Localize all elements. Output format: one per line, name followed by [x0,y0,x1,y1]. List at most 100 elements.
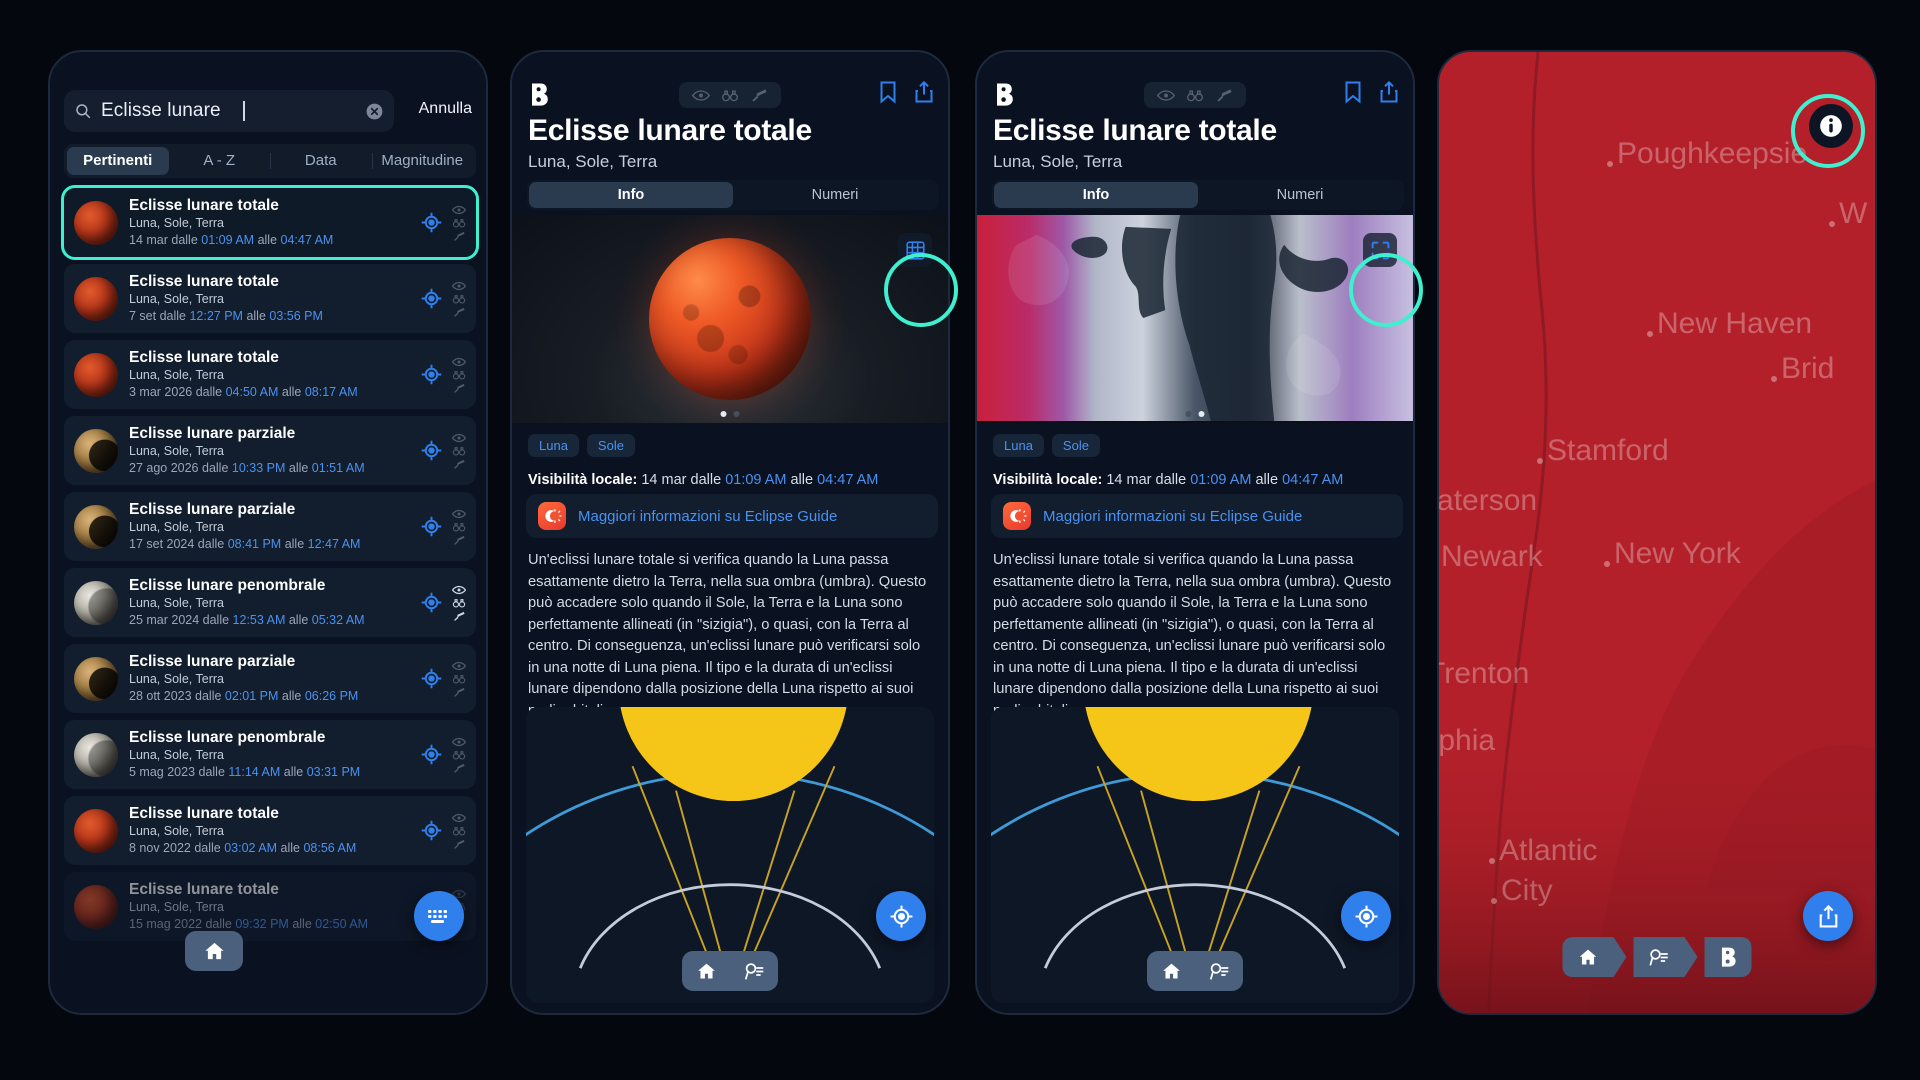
locate-fab[interactable] [876,891,926,941]
clear-icon[interactable] [365,102,384,121]
visibility-label: Visibilità locale: [993,472,1103,488]
app-logo-icon[interactable] [528,82,550,108]
detail-tabs: Info Numeri [527,180,939,210]
eclipse-diagram: Sole [526,707,934,1003]
event-start-time: 01:09 AM [201,233,255,247]
table-row[interactable]: Eclisse lunare parziale Luna, Sole, Terra… [64,492,476,561]
bottom-nav [1147,951,1243,991]
chip-sole[interactable]: Sole [586,434,635,457]
table-row[interactable]: Eclisse lunare totale Luna, Sole, Terra 14… [61,185,479,260]
event-bodies: Luna, Sole, Terra [129,444,224,458]
telescope-icon [454,231,465,241]
locate-icon[interactable] [420,819,443,842]
table-row[interactable]: Eclisse lunare penombrale Luna, Sole, Ter… [64,568,476,637]
binoculars-icon[interactable] [721,89,739,102]
table-row[interactable]: Eclisse lunare totale Luna, Sole, Terra 7 … [64,264,476,333]
locate-icon[interactable] [420,667,443,690]
event-start-time: 08:41 PM [227,537,282,551]
carousel-dot[interactable] [1198,411,1205,417]
keyboard-fab[interactable] [414,891,464,941]
breadcrumb-home[interactable] [1562,937,1614,977]
eye-icon[interactable] [691,89,710,102]
locate-icon[interactable] [420,211,443,234]
tab-numeri[interactable]: Numeri [1198,182,1402,208]
locate-icon[interactable] [420,743,443,766]
visibility-toggle-group[interactable] [1144,82,1246,108]
search-results-list[interactable]: Eclisse lunare totale Luna, Sole, Terra 14… [61,185,479,1013]
search-input[interactable]: Eclisse lunare [64,90,394,132]
tab-numeri[interactable]: Numeri [733,182,937,208]
visibility-toggle-group[interactable] [679,82,781,108]
share-icon[interactable] [914,80,934,104]
breadcrumb-app[interactable] [1704,937,1752,977]
chip-luna[interactable]: Luna [993,434,1044,457]
table-row[interactable]: Eclisse lunare parziale Luna, Sole, Terra… [64,416,476,485]
chip-sole[interactable]: Sole [1051,434,1100,457]
tab-az[interactable]: A - Z [169,147,271,175]
eclipse-guide-promo[interactable]: Maggiori informazioni su Eclipse Guide [991,494,1403,538]
breadcrumb-chevron-icon [1613,937,1627,977]
page-title: Eclisse lunare totale [993,114,1277,147]
binoculars-icon[interactable] [1186,89,1204,102]
eclipse-thumbnail [74,580,118,625]
tab-data[interactable]: Data [270,147,372,175]
locate-icon[interactable] [420,515,443,538]
bookmark-icon[interactable] [878,80,898,104]
home-icon[interactable] [1160,961,1183,982]
carousel-dot[interactable] [720,411,727,417]
telescope-icon [454,611,465,621]
home-icon[interactable] [695,961,718,982]
event-date-text: 7 set dalle [129,309,190,323]
chip-luna[interactable]: Luna [528,434,579,457]
event-start-time: 12:27 PM [189,309,243,323]
table-row[interactable]: Eclisse lunare parziale Luna, Sole, Terra… [64,644,476,713]
keyboard-icon [428,910,447,923]
table-row[interactable]: Eclisse lunare totale Luna, Sole, Terra 15… [64,872,476,941]
binoculars-icon [452,598,466,607]
eclipse-thumbnail [74,504,118,549]
map-city-dot [1489,858,1495,864]
map-panel[interactable]: Poughkeepsie W New Haven Brid Stamford Paters… [1437,50,1877,1015]
eye-icon[interactable] [1156,89,1175,102]
home-button[interactable] [185,931,243,971]
telescope-icon[interactable] [1215,88,1233,102]
tab-magnitudine[interactable]: Magnitudine [371,147,474,175]
search-person-icon[interactable] [1208,961,1231,982]
locate-icon[interactable] [420,287,443,310]
table-row[interactable]: Eclisse lunare totale Luna, Sole, Terra 8 … [64,796,476,865]
tab-pertinenti[interactable]: Pertinenti [67,147,169,175]
telescope-icon [454,687,465,697]
telescope-icon[interactable] [750,88,768,102]
eclipse-coverage-map[interactable]: Poughkeepsie W New Haven Brid Stamford Paters… [1439,52,1875,1013]
event-date: 27 ago 2026 dalle 10:33 PM alle 01:51 AM [129,460,420,477]
tab-info[interactable]: Info [529,182,733,208]
breadcrumb-spacer [1627,937,1634,977]
table-row[interactable]: Eclisse lunare totale Luna, Sole, Terra 3 … [64,340,476,409]
visibility-mid: alle [1251,472,1283,488]
cancel-button[interactable]: Annulla [419,100,472,118]
locate-icon[interactable] [420,363,443,386]
hero-visibility-map[interactable] [977,215,1413,423]
locate-icon[interactable] [420,439,443,462]
search-person-icon[interactable] [743,961,766,982]
eclipse-guide-promo[interactable]: Maggiori informazioni su Eclipse Guide [526,494,938,538]
carousel-dot[interactable] [1185,411,1192,417]
app-logo-icon[interactable] [993,82,1015,108]
map-city-label: Stamford [1547,434,1669,467]
eye-icon [452,737,466,746]
table-row[interactable]: Eclisse lunare penombrale Luna, Sole, Ter… [64,720,476,789]
description-text: Un'eclissi lunare totale si verifica qua… [993,552,1392,719]
map-city-dot [1771,376,1777,382]
locate-fab[interactable] [1341,891,1391,941]
telescope-icon [454,383,465,393]
map-share-fab[interactable] [1803,891,1853,941]
bookmark-icon[interactable] [1343,80,1363,104]
locate-icon[interactable] [420,591,443,614]
tab-info[interactable]: Info [994,182,1198,208]
carousel-dot[interactable] [733,411,740,417]
share-icon[interactable] [1379,80,1399,104]
eclipse-guide-icon [1003,502,1031,530]
event-actions [420,585,466,621]
breadcrumb-search[interactable] [1633,937,1685,977]
event-date-text: 28 ott 2023 dalle [129,689,225,703]
